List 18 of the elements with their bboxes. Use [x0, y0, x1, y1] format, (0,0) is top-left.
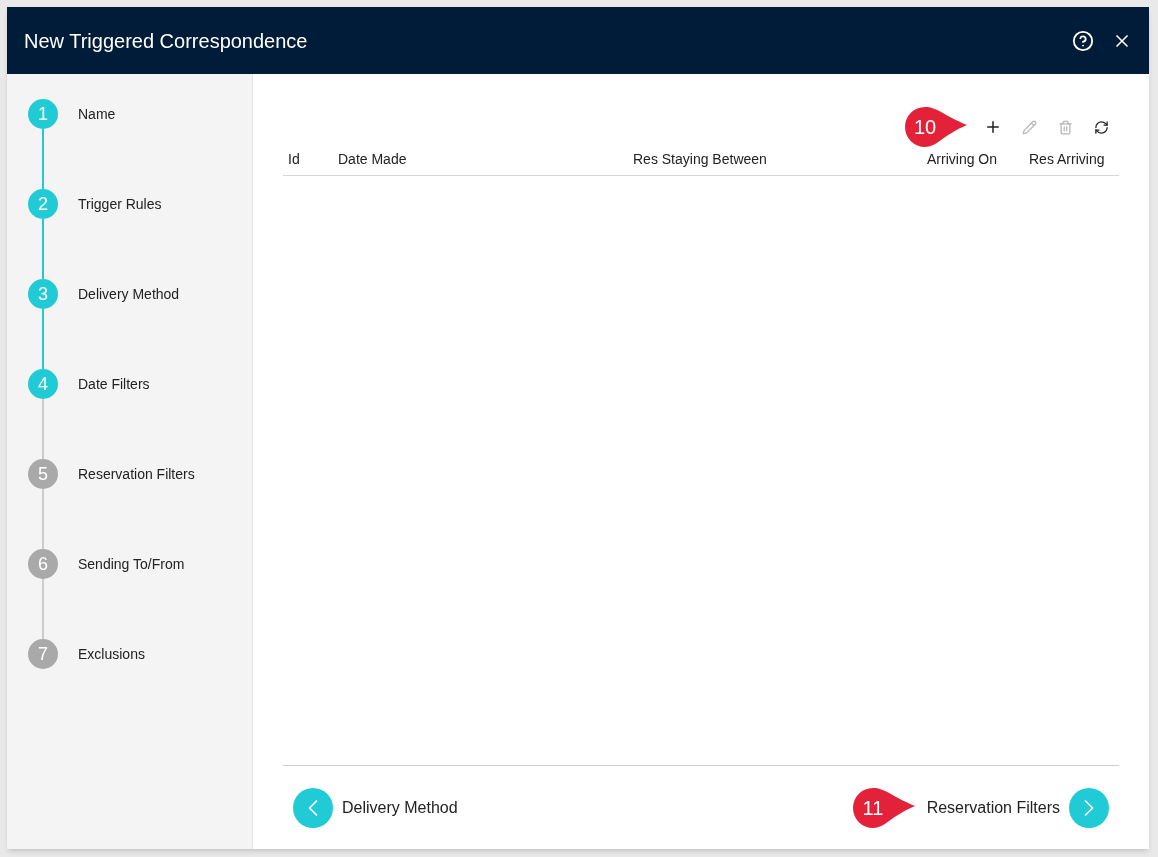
step-label[interactable]: Reservation Filters [78, 463, 195, 485]
column-header[interactable]: Arriving On [927, 149, 1029, 170]
step-label[interactable]: Name [78, 103, 116, 125]
step-label[interactable]: Delivery Method [78, 283, 180, 305]
help-icon[interactable] [1072, 29, 1094, 52]
back-button[interactable]: Delivery Method [293, 787, 458, 828]
step-label[interactable]: Exclusions [78, 643, 145, 665]
step-label[interactable]: Date Filters [78, 373, 150, 395]
column-header[interactable]: Res Arriving [1029, 149, 1119, 170]
step-label[interactable]: Trigger Rules [78, 193, 162, 215]
column-header[interactable]: Res Staying Between [633, 149, 927, 170]
window-title: New Triggered Correspondence [24, 28, 309, 54]
step-label[interactable]: Sending To/From [78, 553, 185, 575]
callout-badge: 10 [903, 105, 969, 149]
column-header[interactable]: Id [288, 149, 338, 170]
callout-badge: 11 [850, 785, 917, 830]
column-header[interactable]: Date Made [338, 149, 633, 170]
next-button[interactable]: Reservation Filters [926, 787, 1109, 828]
